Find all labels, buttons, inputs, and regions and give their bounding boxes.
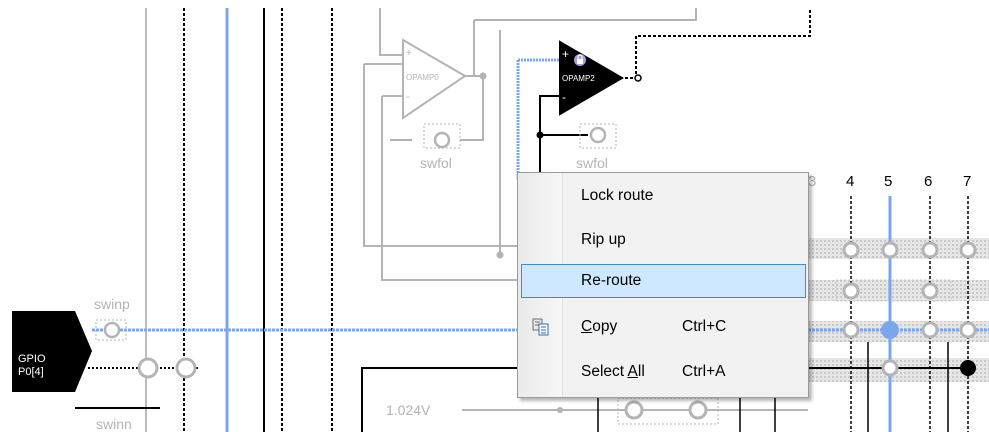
swinn-label: swinn — [96, 416, 132, 432]
opamp2-minus: - — [562, 90, 566, 104]
column-label-4: 4 — [846, 173, 854, 190]
gpio-label: GPIO — [18, 353, 46, 365]
swfol-right-label: swfol — [576, 155, 608, 171]
menu-item-select-all[interactable]: Select All Ctrl+A — [521, 355, 806, 389]
opamp0-minus: - — [406, 91, 410, 103]
opamp2[interactable]: + OPAMP2 - — [559, 40, 624, 116]
menu-item-lock-route[interactable]: Lock route — [521, 179, 806, 213]
lock-icon — [574, 54, 586, 66]
gpio-pin-label: P0[4] — [18, 366, 44, 378]
menu-item-lock-route-label: Lock route — [581, 187, 654, 204]
menu-item-select-all-shortcut: Ctrl+A — [682, 363, 726, 380]
menu-item-re-route-label: Re-route — [581, 272, 642, 289]
voltage-label: 1.024V — [386, 402, 431, 418]
menu-item-select-all-label: Select All — [581, 363, 645, 380]
menu-item-re-route[interactable]: Re-route — [521, 264, 806, 298]
column-label-5: 5 — [884, 173, 892, 190]
copy-icon — [532, 318, 549, 336]
context-menu: Lock route Rip up Re-route Copy Ctrl+C S… — [517, 172, 809, 398]
menu-item-copy-shortcut: Ctrl+C — [682, 318, 727, 335]
swfol-left-switch[interactable]: swfol — [420, 123, 461, 171]
column-label-3: 3 — [808, 173, 816, 190]
column-labels: 3 4 5 6 7 — [808, 173, 971, 190]
grid-switches[interactable] — [842, 241, 977, 377]
gpio-p0-4-block[interactable]: GPIO P0[4] — [12, 311, 92, 392]
opamp2-plus: + — [562, 47, 569, 61]
routing-channels — [808, 238, 989, 382]
column-wires — [850, 196, 969, 432]
opamp0-plus: + — [406, 48, 412, 59]
swinp-label: swinp — [94, 296, 130, 312]
opamp0-label: OPAMP0 — [406, 73, 439, 82]
column-label-6: 6 — [924, 173, 932, 190]
menu-item-rip-up[interactable]: Rip up — [521, 223, 806, 257]
column-label-7: 7 — [963, 173, 971, 190]
opamp0[interactable]: + OPAMP0 - — [402, 38, 467, 120]
swfol-left-label: swfol — [420, 155, 452, 171]
opamp2-label: OPAMP2 — [562, 74, 595, 83]
swfol-right-switch[interactable]: swfol — [576, 123, 617, 171]
menu-item-rip-up-label: Rip up — [581, 231, 626, 248]
menu-item-copy[interactable]: Copy Ctrl+C — [521, 310, 806, 344]
menu-item-copy-label: Copy — [581, 318, 618, 335]
routing-canvas[interactable]: + OPAMP0 - swfol + OPAMP2 - swfol 3 4 5 … — [0, 0, 989, 432]
